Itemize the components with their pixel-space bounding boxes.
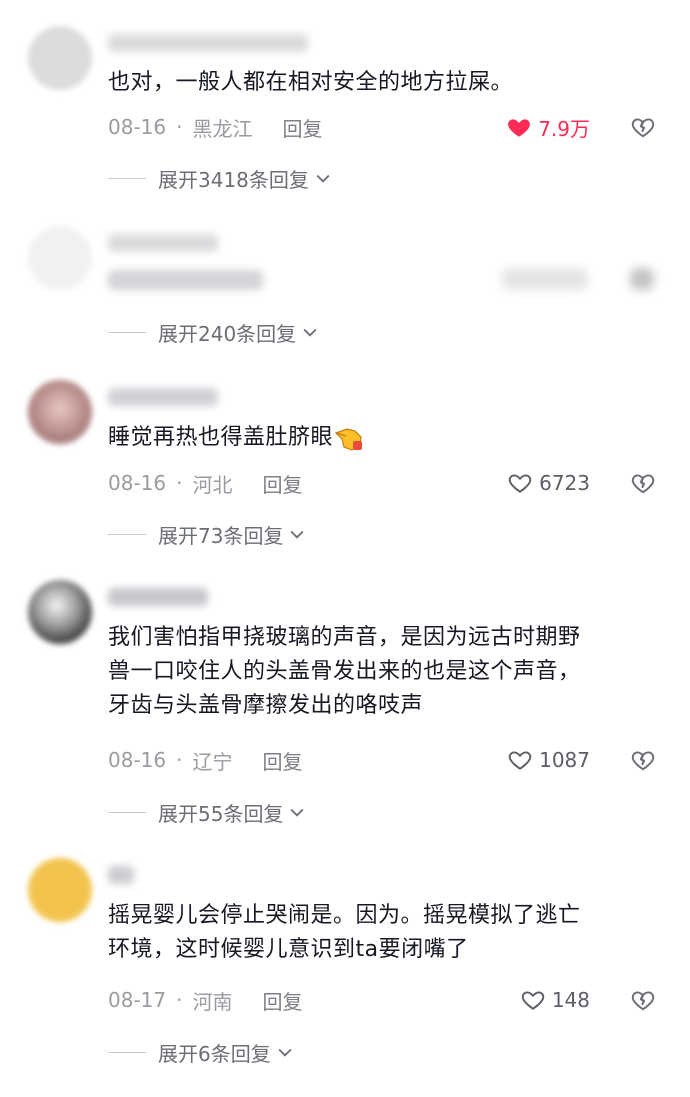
comment-text-line: 环境，这时候婴儿意识到ta要闭嘴了 — [108, 937, 469, 962]
expand-replies-button[interactable]: 展开55条回复 — [108, 798, 307, 826]
divider-line — [108, 177, 146, 179]
comment-meta: 08-16 · 河北 回复 — [108, 468, 302, 498]
comment-text: 睡觉再热也得盖肚脐眼 — [108, 421, 668, 455]
username[interactable] — [108, 388, 218, 406]
reply-button[interactable]: 回复 — [282, 113, 322, 142]
like-count: 1087 — [539, 748, 590, 772]
reply-button[interactable]: 回复 — [262, 469, 302, 498]
expand-label: 展开55条回复 — [158, 801, 284, 826]
avatar[interactable] — [28, 226, 92, 290]
reply-button[interactable]: 回复 — [262, 986, 302, 1015]
separator-dot: · — [176, 471, 183, 495]
comment-meta: 08-17 · 河南 回复 — [108, 985, 302, 1015]
chevron-down-icon — [303, 328, 317, 337]
expand-label: 展开240条回复 — [158, 321, 297, 346]
heart-outline-icon — [508, 751, 532, 770]
separator-dot: · — [176, 988, 183, 1012]
heart-outline-icon — [508, 474, 532, 493]
comment-text-line: 摇晃婴儿会停止哭闹是。因为。摇晃模拟了逃亡 — [108, 903, 581, 928]
comment-date: 08-17 — [108, 988, 167, 1012]
reply-button[interactable]: 回复 — [262, 746, 302, 775]
like-button[interactable]: 6723 — [507, 468, 590, 498]
divider-line — [108, 331, 146, 333]
comment-text: 我们害怕指甲挠玻璃的声音，是因为远古时期野 兽一口咬住人的头盖骨发出来的也是这个… — [108, 621, 668, 723]
expand-label: 展开6条回复 — [158, 1041, 271, 1066]
heart-icon — [508, 119, 531, 137]
separator-dot: · — [176, 748, 183, 772]
expand-replies-button[interactable]: 展开6条回复 — [108, 1038, 295, 1066]
comment-location: 河北 — [192, 472, 233, 497]
comment-date: 08-16 — [108, 748, 167, 772]
blurred-dislike[interactable] — [630, 268, 654, 290]
chevron-down-icon — [290, 808, 304, 817]
comment-meta: 08-16 · 辽宁 回复 — [108, 745, 302, 775]
comment-location: 黑龙江 — [192, 116, 253, 141]
comment-text-line: 兽一口咬住人的头盖骨发出来的也是这个声音， — [108, 659, 581, 684]
username[interactable] — [108, 34, 308, 52]
divider-line — [108, 1051, 146, 1053]
broken-heart-icon[interactable] — [630, 114, 656, 140]
chevron-down-icon — [290, 530, 304, 539]
username[interactable] — [108, 588, 208, 606]
comment-meta: 08-16 · 黑龙江 回复 — [108, 112, 322, 142]
separator-dot: · — [176, 115, 183, 139]
chevron-down-icon — [316, 174, 330, 183]
like-button[interactable]: 1087 — [507, 745, 590, 775]
broken-heart-icon[interactable] — [630, 470, 656, 496]
comment-date: 08-16 — [108, 471, 167, 495]
username[interactable] — [108, 234, 218, 252]
expand-replies-button[interactable]: 展开73条回复 — [108, 520, 307, 548]
like-button[interactable]: 148 — [520, 985, 590, 1015]
expand-label: 展开73条回复 — [158, 523, 284, 548]
expand-label: 展开3418条回复 — [158, 167, 309, 192]
avatar[interactable] — [28, 26, 92, 90]
like-count: 7.9万 — [538, 116, 590, 141]
divider-line — [108, 533, 146, 535]
divider-line — [108, 811, 146, 813]
blurred-comment-text — [108, 270, 263, 290]
expand-replies-button[interactable]: 展开3418条回复 — [108, 164, 333, 192]
comment-location: 辽宁 — [192, 749, 233, 774]
blurred-like[interactable] — [502, 268, 588, 290]
expand-replies-button[interactable]: 展开240条回复 — [108, 318, 320, 346]
avatar[interactable] — [28, 580, 92, 644]
broken-heart-icon[interactable] — [630, 987, 656, 1013]
comment-text: 摇晃婴儿会停止哭闹是。因为。摇晃模拟了逃亡 环境，这时候婴儿意识到ta要闭嘴了 — [108, 899, 668, 967]
comment-text-line: 牙齿与头盖骨摩擦发出的咯吱声 — [108, 693, 424, 718]
avatar[interactable] — [28, 380, 92, 444]
like-button[interactable]: 7.9万 — [506, 112, 590, 142]
like-count: 148 — [551, 988, 590, 1012]
heart-outline-icon — [521, 991, 545, 1010]
broken-heart-icon[interactable] — [630, 747, 656, 773]
comment-date: 08-16 — [108, 115, 167, 139]
comment-text-line: 我们害怕指甲挠玻璃的声音，是因为远古时期野 — [108, 625, 581, 650]
avatar[interactable] — [28, 858, 92, 922]
chevron-down-icon — [278, 1048, 292, 1057]
username[interactable] — [108, 866, 134, 884]
comment-text-body: 睡觉再热也得盖肚脐眼 — [108, 425, 334, 450]
pointing-hand-emoji — [334, 428, 363, 451]
comment-text: 也对，一般人都在相对安全的地方拉屎。 — [108, 70, 514, 95]
comment-location: 河南 — [192, 989, 233, 1014]
like-count: 6723 — [539, 471, 590, 495]
